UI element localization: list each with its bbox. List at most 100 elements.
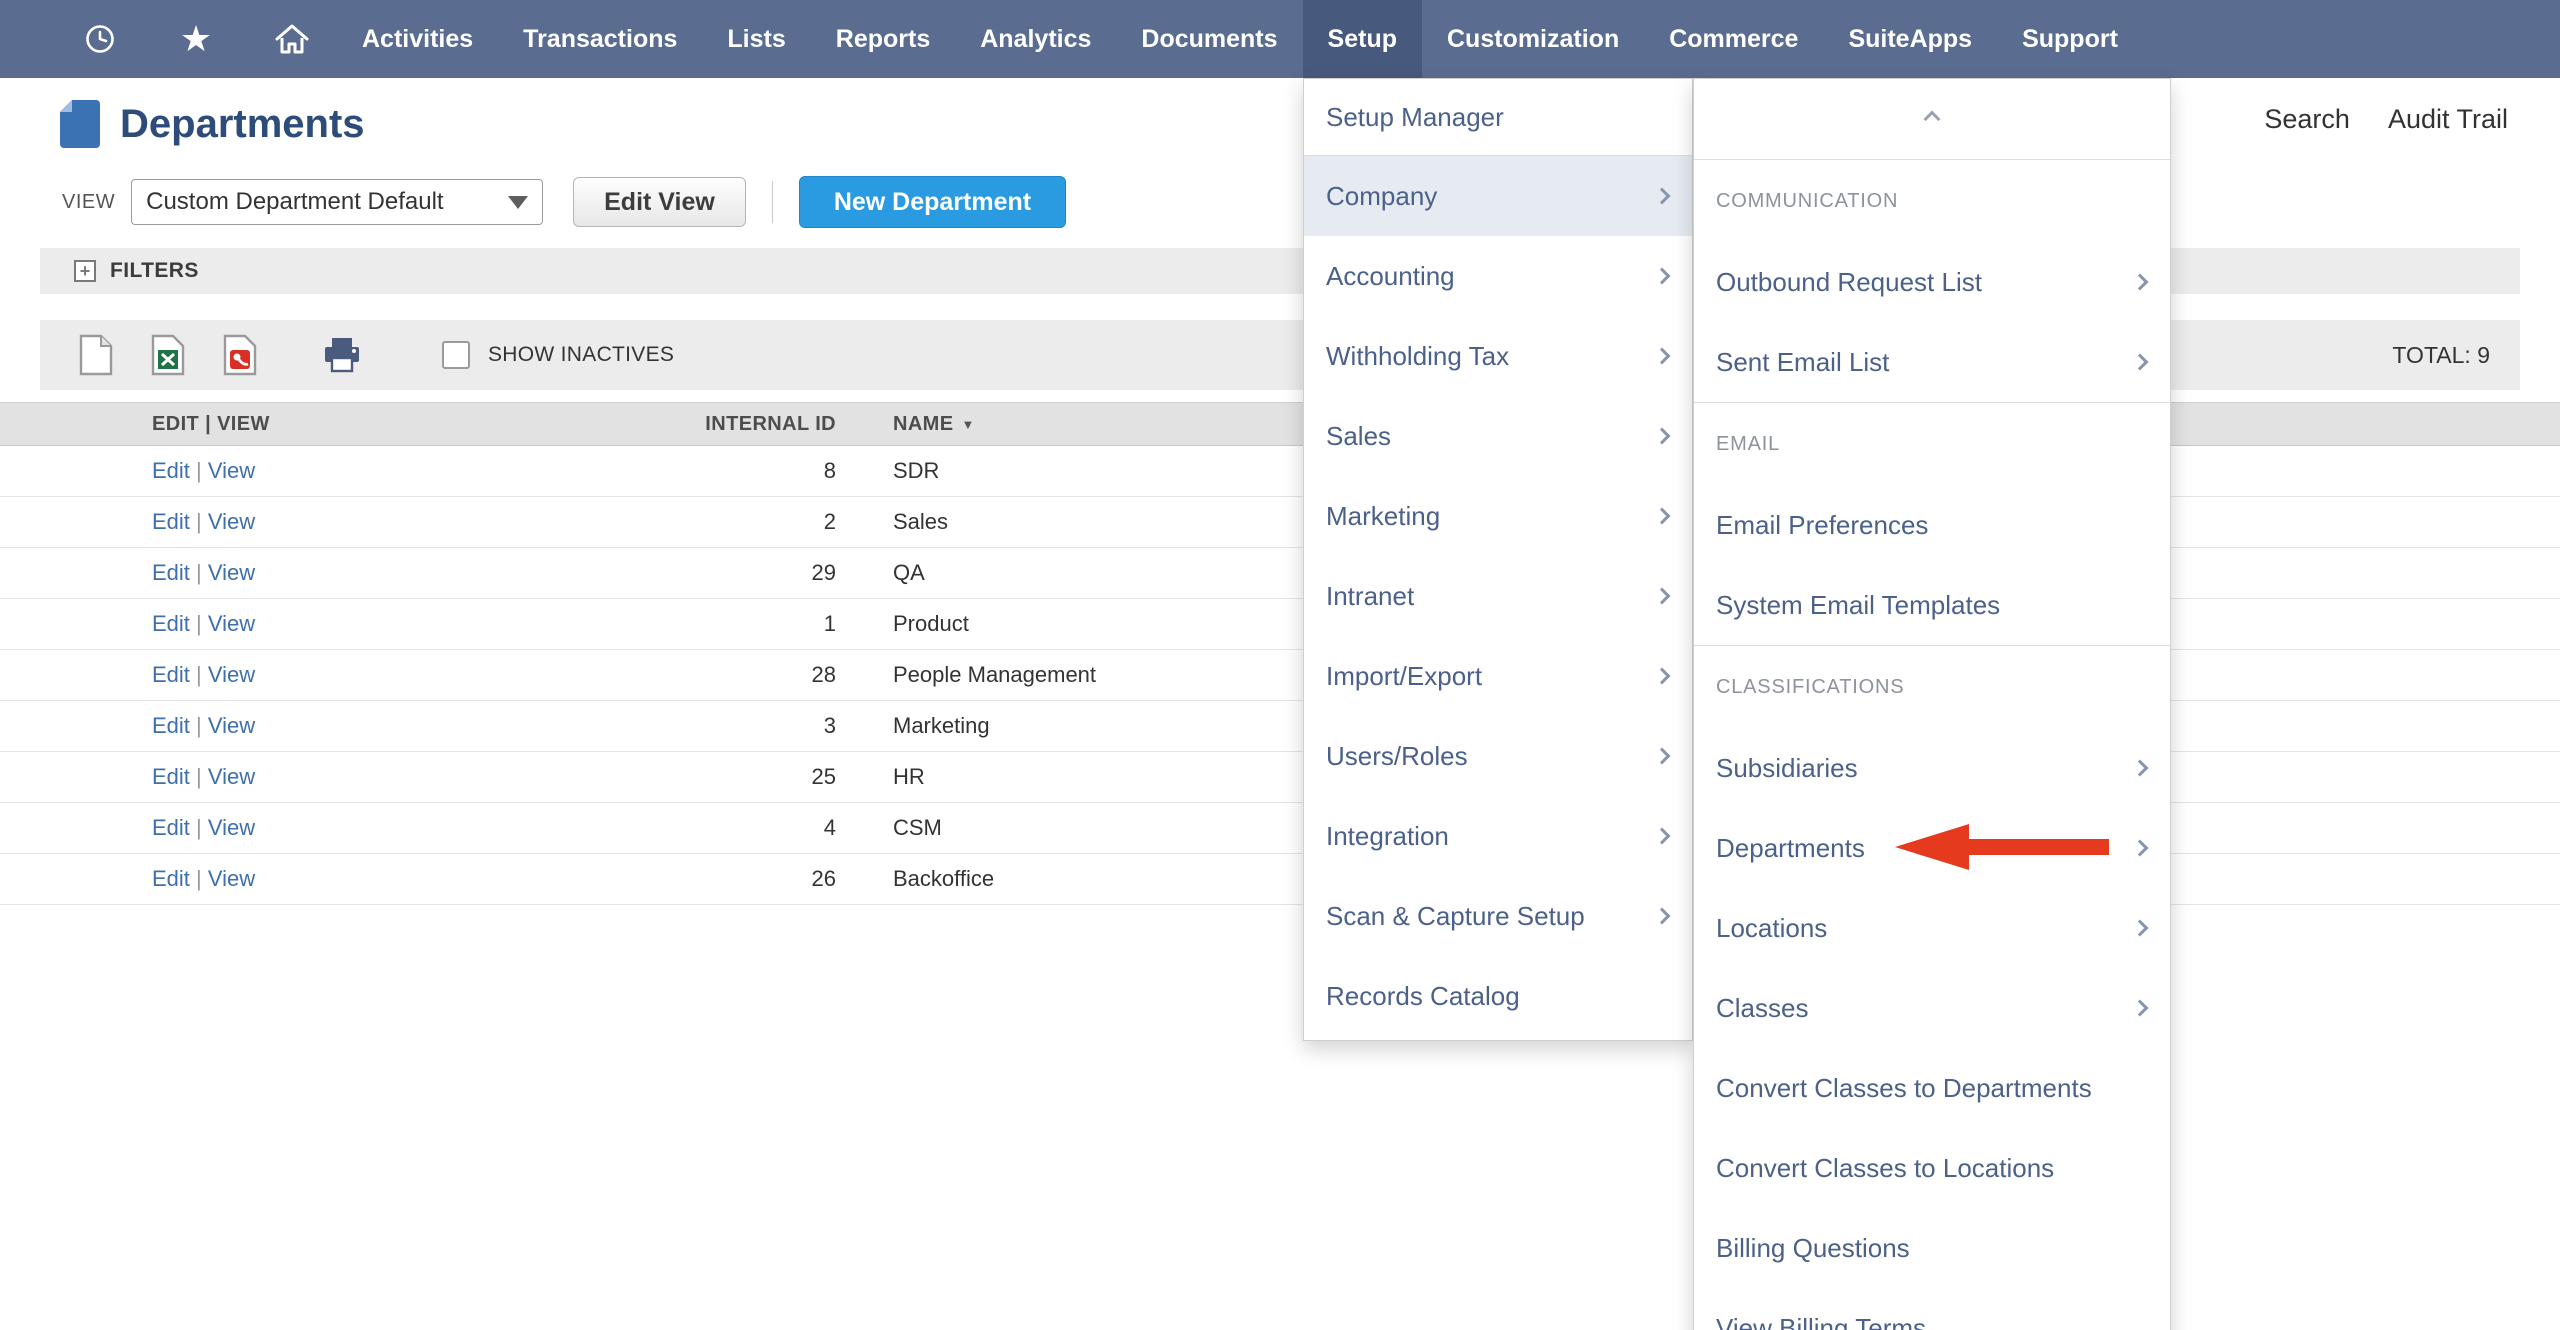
internal-id-cell: 26	[560, 866, 836, 892]
column-header-edit-view[interactable]: EDIT | VIEW	[0, 413, 560, 436]
table-row: Edit | View2Sales	[0, 497, 2560, 548]
global-search-link[interactable]: Search	[2264, 104, 2350, 135]
menu-item-label: Convert Classes to Locations	[1716, 1153, 2054, 1184]
setup-dropdown-menu: Setup Manager CompanyAccountingWithholdin…	[1303, 78, 1693, 1041]
setup-menu-item-marketing[interactable]: Marketing	[1304, 476, 1692, 556]
primary-nav: ActivitiesTransactionsListsReportsAnalyt…	[337, 0, 2143, 78]
table-row: Edit | View25HR	[0, 752, 2560, 803]
column-header-internal-id[interactable]: INTERNAL ID	[560, 413, 836, 436]
excel-export-icon[interactable]	[146, 333, 190, 377]
view-link[interactable]: View	[208, 815, 255, 840]
link-separator: |	[190, 866, 208, 891]
table-row: Edit | View29QA	[0, 548, 2560, 599]
view-link[interactable]: View	[208, 713, 255, 738]
company-menu-item-billing-questions[interactable]: Billing Questions	[1694, 1208, 2170, 1288]
edit-link[interactable]: Edit	[152, 662, 190, 687]
clock-history-icon	[83, 22, 117, 56]
edit-view-button[interactable]: Edit View	[573, 177, 746, 227]
company-menu-item-system-email-templates[interactable]: System Email Templates	[1694, 565, 2170, 645]
menu-item-label: Billing Questions	[1716, 1233, 1910, 1264]
internal-id-cell: 29	[560, 560, 836, 586]
company-menu-item-locations[interactable]: Locations	[1694, 888, 2170, 968]
setup-menu-item-integration[interactable]: Integration	[1304, 796, 1692, 876]
new-department-button[interactable]: New Department	[799, 176, 1066, 228]
company-menu-item-convert-classes-to-locations[interactable]: Convert Classes to Locations	[1694, 1128, 2170, 1208]
nav-item-support[interactable]: Support	[1997, 0, 2143, 78]
submenu-chevron-icon	[2132, 274, 2149, 291]
edit-link[interactable]: Edit	[152, 764, 190, 789]
edit-view-cell: Edit | View	[0, 764, 560, 790]
view-link[interactable]: View	[208, 560, 255, 585]
print-icon[interactable]	[320, 333, 364, 377]
view-link[interactable]: View	[208, 509, 255, 534]
nav-item-commerce[interactable]: Commerce	[1644, 0, 1823, 78]
company-menu-item-convert-classes-to-departments[interactable]: Convert Classes to Departments	[1694, 1048, 2170, 1128]
nav-item-setup[interactable]: Setup	[1303, 0, 1422, 78]
view-select[interactable]: Custom Department Default	[131, 179, 543, 225]
nav-item-transactions[interactable]: Transactions	[498, 0, 702, 78]
setup-menu-item-records-catalog[interactable]: Records Catalog	[1304, 956, 1692, 1036]
edit-link[interactable]: Edit	[152, 611, 190, 636]
menu-item-label: Setup Manager	[1326, 102, 1504, 133]
menu-item-label: Subsidiaries	[1716, 753, 1858, 784]
menu-item-label: Records Catalog	[1326, 981, 1520, 1012]
show-inactives-checkbox[interactable]	[442, 341, 470, 369]
setup-menu-item-accounting[interactable]: Accounting	[1304, 236, 1692, 316]
view-link[interactable]: View	[208, 458, 255, 483]
departments-table-body: Edit | View8SDREdit | View2SalesEdit | V…	[0, 446, 2560, 905]
edit-link[interactable]: Edit	[152, 509, 190, 534]
home-icon[interactable]	[262, 9, 322, 69]
setup-menu-item-sales[interactable]: Sales	[1304, 396, 1692, 476]
view-link[interactable]: View	[208, 662, 255, 687]
table-row: Edit | View4CSM	[0, 803, 2560, 854]
setup-menu-item-intranet[interactable]: Intranet	[1304, 556, 1692, 636]
company-menu-item-email-preferences[interactable]: Email Preferences	[1694, 485, 2170, 565]
company-flyout-menu: COMMUNICATIONOutbound Request ListSent E…	[1693, 78, 2171, 1330]
nav-item-reports[interactable]: Reports	[811, 0, 955, 78]
recent-records-icon[interactable]	[70, 9, 130, 69]
submenu-chevron-icon	[1654, 668, 1671, 685]
page-header: Departments	[0, 92, 2560, 156]
setup-menu-item-company[interactable]: Company	[1304, 156, 1692, 236]
nav-item-documents[interactable]: Documents	[1116, 0, 1302, 78]
view-link[interactable]: View	[208, 764, 255, 789]
link-separator: |	[190, 560, 208, 585]
internal-id-cell: 28	[560, 662, 836, 688]
csv-export-icon[interactable]	[74, 333, 118, 377]
view-link[interactable]: View	[208, 866, 255, 891]
menu-item-label: Sent Email List	[1716, 347, 1889, 378]
company-menu-item-subsidiaries[interactable]: Subsidiaries	[1694, 728, 2170, 808]
setup-menu-item-setup-manager[interactable]: Setup Manager	[1304, 79, 1692, 155]
page-title: Departments	[120, 102, 365, 147]
setup-menu-item-import-export[interactable]: Import/Export	[1304, 636, 1692, 716]
header-links: Search Audit Trail	[2264, 104, 2508, 135]
company-menu-item-outbound-request-list[interactable]: Outbound Request List	[1694, 242, 2170, 322]
pdf-export-icon[interactable]	[218, 333, 262, 377]
nav-item-lists[interactable]: Lists	[702, 0, 810, 78]
audit-trail-link[interactable]: Audit Trail	[2388, 104, 2508, 135]
nav-item-customization[interactable]: Customization	[1422, 0, 1644, 78]
annotation-arrow	[1895, 822, 2111, 872]
view-link[interactable]: View	[208, 611, 255, 636]
edit-link[interactable]: Edit	[152, 815, 190, 840]
edit-link[interactable]: Edit	[152, 866, 190, 891]
edit-link[interactable]: Edit	[152, 560, 190, 585]
setup-menu-item-withholding-tax[interactable]: Withholding Tax	[1304, 316, 1692, 396]
menu-item-label: Locations	[1716, 913, 1827, 944]
company-menu-item-view-billing-terms[interactable]: View Billing Terms	[1694, 1288, 2170, 1330]
nav-item-suiteapps[interactable]: SuiteApps	[1823, 0, 1997, 78]
submenu-chevron-icon	[2132, 354, 2149, 371]
nav-item-activities[interactable]: Activities	[337, 0, 498, 78]
setup-menu-item-users-roles[interactable]: Users/Roles	[1304, 716, 1692, 796]
nav-item-analytics[interactable]: Analytics	[955, 0, 1116, 78]
edit-link[interactable]: Edit	[152, 713, 190, 738]
view-row: VIEW Custom Department Default Edit View…	[0, 176, 2560, 228]
link-separator: |	[190, 713, 208, 738]
setup-menu-item-scan-capture-setup[interactable]: Scan & Capture Setup	[1304, 876, 1692, 956]
menu-scroll-up[interactable]	[1694, 79, 2170, 159]
company-menu-item-sent-email-list[interactable]: Sent Email List	[1694, 322, 2170, 402]
edit-view-cell: Edit | View	[0, 560, 560, 586]
company-menu-item-classes[interactable]: Classes	[1694, 968, 2170, 1048]
edit-link[interactable]: Edit	[152, 458, 190, 483]
shortcuts-star-icon[interactable]: ★	[166, 9, 226, 69]
